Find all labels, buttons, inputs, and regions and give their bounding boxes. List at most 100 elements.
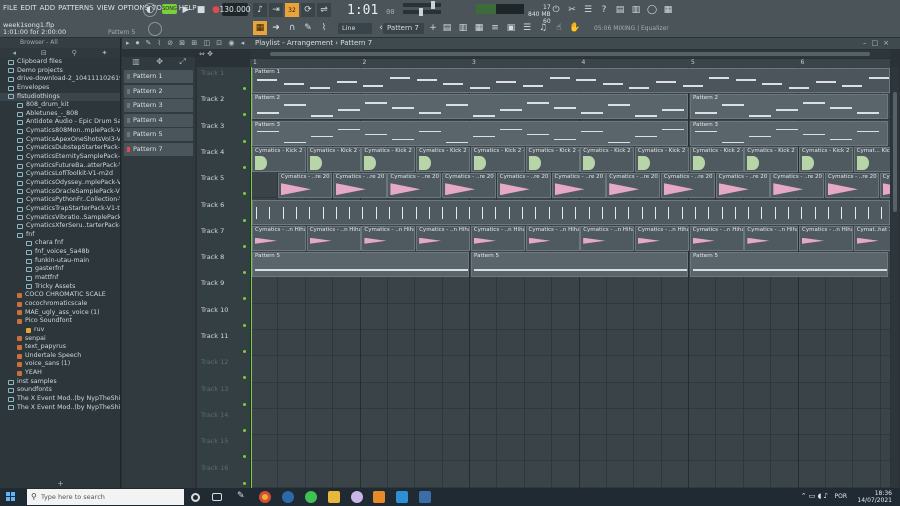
track-name[interactable]: Track 9 xyxy=(201,279,224,287)
tools-icon[interactable]: ✂ xyxy=(565,3,579,17)
pattern-item[interactable]: Pattern 1 xyxy=(124,70,193,83)
browser-item[interactable]: CymaticsPythonFr..Collection-V1-p8u xyxy=(0,196,120,205)
playlist-clip[interactable]: Cymatics - ..re 20 - B xyxy=(278,173,332,199)
track-mute-led[interactable] xyxy=(243,87,246,90)
browser-item[interactable]: fnf_voices_5a48b xyxy=(0,248,120,257)
menu-patterns[interactable]: PATTERNS xyxy=(58,4,93,12)
loop-record-icon[interactable] xyxy=(148,22,162,36)
horizontal-scrollbar[interactable] xyxy=(250,50,890,58)
playlist-grid[interactable]: Pattern 1 Pattern 2 Pattern 2 Pattern 3 Patt… xyxy=(250,67,890,488)
playlist-icon[interactable]: ▤ xyxy=(440,21,454,35)
track-name[interactable]: Track 16 xyxy=(201,464,228,472)
browser-item[interactable]: Antidote Audio - Epic Drum Samples xyxy=(0,118,120,127)
browser-item[interactable]: Pico Soundfont xyxy=(0,317,120,326)
track-lane[interactable] xyxy=(250,304,890,330)
track-name[interactable]: Track 5 xyxy=(201,174,224,182)
playlist-clip[interactable]: Cymatics - Kick 2 - C xyxy=(361,146,416,172)
browser-search-icon[interactable]: ⚲ xyxy=(72,49,77,57)
online-icon[interactable]: ⏻ xyxy=(549,3,563,17)
taskbar-search[interactable]: Type here to search xyxy=(27,489,184,505)
browser-item[interactable]: 808_drum_kit xyxy=(0,101,120,110)
help-icon[interactable]: ? xyxy=(597,3,611,17)
menu-view[interactable]: VIEW xyxy=(97,4,115,12)
language-indicator[interactable]: POR xyxy=(834,493,847,500)
track-mute-led[interactable] xyxy=(243,350,246,353)
track-name[interactable]: Track 12 xyxy=(201,358,228,366)
playlist-clip[interactable]: Cymatics - Kick 2 - C xyxy=(416,146,471,172)
playlist-clip[interactable]: Pattern 1 xyxy=(252,68,890,93)
playlist-clip[interactable]: Cymatics - ..re 20 - B xyxy=(551,173,606,199)
track-name[interactable]: Track 10 xyxy=(201,306,228,314)
track-mute-led[interactable] xyxy=(243,455,246,459)
track-lane[interactable] xyxy=(250,435,890,462)
playlist-clip[interactable] xyxy=(252,199,890,225)
snap-select[interactable]: Line xyxy=(338,23,372,34)
playlist-clip[interactable]: Cymatics - Kick 2 - C xyxy=(470,146,525,172)
playlist-clip[interactable]: Cymatics - ..n Hihat 30 xyxy=(470,225,525,251)
cortana-icon[interactable] xyxy=(191,493,200,502)
track-mute-led[interactable] xyxy=(243,428,246,432)
browser-icon[interactable]: ☰ xyxy=(520,21,534,35)
master-pitch-slider[interactable] xyxy=(403,8,441,16)
pattern-item[interactable]: Pattern 5 xyxy=(124,128,193,141)
browser-item[interactable]: CymaticsXferSeru..tarterPack-V1-g7r xyxy=(0,222,120,231)
track-name[interactable]: Track 4 xyxy=(201,148,224,156)
playlist-clip[interactable]: Pattern 5 xyxy=(252,252,469,278)
tray-icons[interactable]: ⌃ ▭ ◖ ♪ xyxy=(801,492,828,500)
track-lane[interactable] xyxy=(250,382,890,409)
browser-item[interactable]: gasterfnf xyxy=(0,265,120,274)
playlist-clip[interactable]: Cymatics - ..re 20 - B xyxy=(715,173,770,199)
menu-edit[interactable]: EDIT xyxy=(20,4,36,12)
plugin-picker-icon[interactable]: ♫ xyxy=(536,21,550,35)
playlist-clip[interactable]: Cymatics - ..re 20 - B xyxy=(496,173,551,199)
playlist-clip[interactable]: Cymatics - Kick 2 - C xyxy=(306,146,361,172)
browser-item[interactable]: drive-download-2_1041111026192-001 xyxy=(0,75,120,84)
discord-icon[interactable] xyxy=(351,491,363,503)
fl-studio-icon[interactable] xyxy=(373,491,385,503)
playlist-clip[interactable]: Cymatics - ..re 20 - B xyxy=(332,173,387,199)
piano-roll-icon[interactable]: ▥ xyxy=(456,21,470,35)
track-mute-led[interactable] xyxy=(243,297,246,301)
browser-options-icon[interactable]: ✦ xyxy=(102,49,108,57)
browser-item[interactable]: mattfnf xyxy=(0,274,120,283)
playlist-tool-icons[interactable]: ▸ ⏺ ✎ ⌇ ⊘ ⊠ ⊞ ◫ ⊡ ◉ ◂ xyxy=(126,38,246,49)
playlist-clip[interactable]: Cymatics - ..n Hihat 30 xyxy=(744,225,799,251)
window-controls[interactable]: –□× xyxy=(863,38,894,49)
pencil-icon[interactable]: ✎ xyxy=(301,21,315,35)
playlist-clip[interactable]: Cymat... Kick 2 xyxy=(853,146,890,172)
browser-item[interactable]: ruv xyxy=(0,326,120,335)
mixer-view-icon[interactable]: ≡ xyxy=(488,21,502,35)
pattern-resize-icon[interactable]: ⤢ xyxy=(179,57,185,67)
task-view-icon[interactable] xyxy=(212,493,222,501)
browser-item[interactable]: fnf xyxy=(0,231,120,240)
track-name[interactable]: Track 6 xyxy=(201,201,224,209)
track-name[interactable]: Track 1 xyxy=(201,69,224,77)
playlist-clip[interactable]: Pattern 2 xyxy=(252,94,688,120)
browser-item[interactable]: CymaticsOdyssey..mplePack-V1-u0m xyxy=(0,179,120,188)
whatsapp-icon[interactable] xyxy=(305,491,317,503)
browser-item[interactable]: Cymatics808Mon..mplePack-V1-g9m xyxy=(0,127,120,136)
browser-item[interactable]: cocochromaticscale xyxy=(0,300,120,309)
playlist-clip[interactable]: Cymatics - ..re 20 - B xyxy=(825,173,879,199)
start-icon[interactable] xyxy=(6,492,15,501)
wait-icon[interactable]: ⇥ xyxy=(269,3,283,17)
pattern-view-icon[interactable]: ▥ xyxy=(132,57,140,67)
menu-add[interactable]: ADD xyxy=(40,4,56,12)
playhead[interactable] xyxy=(251,67,252,488)
playlist-clip[interactable]: Cymatics - ..n Hihat 30 xyxy=(361,225,416,251)
vscode-icon[interactable] xyxy=(396,491,408,503)
timeline-ruler[interactable]: 1 2 3 4 5 6 xyxy=(250,59,890,67)
playlist-clip[interactable]: Cymatics - ..re 20 - B xyxy=(442,173,497,199)
export-icon[interactable]: ▥ xyxy=(629,3,643,17)
playlist-clip[interactable]: Pattern 5 xyxy=(690,252,888,278)
mixer-icon[interactable]: ☰ xyxy=(581,3,595,17)
browser-item[interactable]: CymaticsVibratio..SamplePack-V1-h8i xyxy=(0,214,120,223)
browser-item[interactable]: soundfonts xyxy=(0,386,120,395)
browser-item[interactable]: CymaticsApexOneShotsVol3-V1-g5r xyxy=(0,136,120,145)
pattern-selector[interactable]: Pattern 7 xyxy=(383,23,424,34)
browser-item[interactable]: CymaticsOracleSamplePack-V2-c3x xyxy=(0,188,120,197)
browser-item[interactable]: YEAH xyxy=(0,369,120,378)
brush-icon[interactable]: ⌇ xyxy=(317,21,331,35)
pattern-item[interactable]: Pattern 7 xyxy=(124,142,193,156)
track-mute-led[interactable] xyxy=(243,192,246,196)
